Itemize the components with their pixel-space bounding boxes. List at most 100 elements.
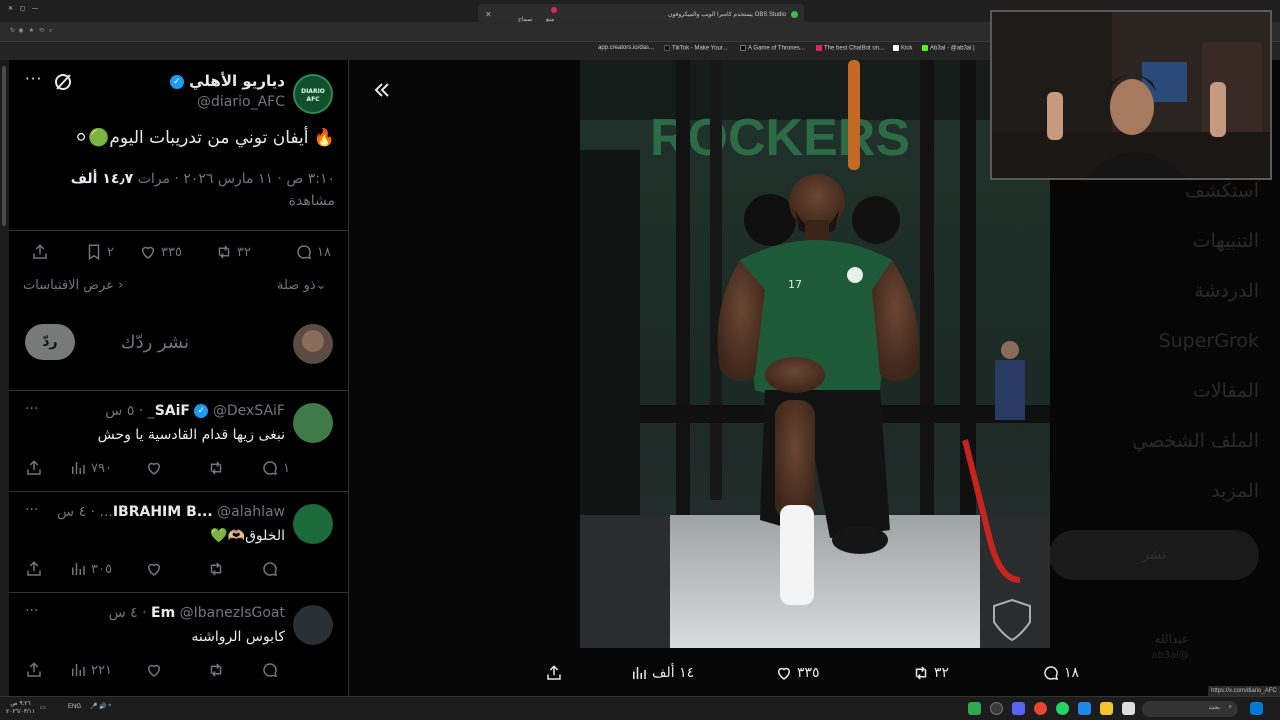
retweet-button[interactable] <box>207 560 225 578</box>
reply-author-name[interactable]: Em <box>151 605 175 621</box>
clock-date: ٢٠٢٦/٠٣/١١ <box>6 709 36 715</box>
media-replies-count: ١٨ <box>1064 665 1080 681</box>
views-button[interactable]: ٢٢١ <box>69 661 112 679</box>
tray-icons[interactable]: 🎤 🔊 ^ <box>90 703 111 710</box>
post-button-background: نشر <box>1049 530 1259 580</box>
analytics-icon <box>72 563 85 575</box>
like-button[interactable]: ٣٣٥ <box>139 243 182 261</box>
search-icon: ⌕ <box>1228 704 1232 710</box>
share-button[interactable] <box>25 560 43 578</box>
analytics-icon <box>72 462 85 474</box>
reply-time[interactable]: ٤ س <box>57 504 86 520</box>
heart-icon <box>777 667 791 680</box>
more-options-icon[interactable]: ··· <box>25 603 38 619</box>
clock[interactable]: ٩:٢٦ ص ٢٠٢٦/٠٣/١١ <box>6 700 35 716</box>
author-avatar[interactable]: DIARIO AFC <box>293 74 333 114</box>
reply-avatar[interactable] <box>293 605 333 645</box>
related-dropdown[interactable]: ذو صلة⌄ <box>277 278 326 293</box>
share-icon <box>27 662 41 677</box>
reply-time[interactable]: ٤ س <box>109 605 138 621</box>
reply-item[interactable]: SAiF ✓ @DexSAiF_ · ٥ س ··· نبغى زيها قدا… <box>9 391 348 491</box>
user-avatar[interactable] <box>293 324 333 364</box>
notification-icon[interactable]: ▭ <box>40 704 46 711</box>
bookmark-item[interactable]: The best ChatBot on... <box>816 45 884 52</box>
views-button[interactable]: ٧٩٠ <box>69 459 112 477</box>
share-button[interactable] <box>25 459 43 477</box>
taskbar-search[interactable]: بحث ⌕ <box>1142 701 1238 717</box>
bookmark-item[interactable]: app.creators.io/das... <box>598 45 654 51</box>
bookmark-item[interactable]: Ab3al - @ab3al | <box>922 45 975 52</box>
bookmark-button[interactable]: ٢ <box>85 243 114 261</box>
reply-button[interactable] <box>261 560 279 578</box>
reply-icon <box>297 245 312 259</box>
media-reply-button[interactable]: ١٨ <box>1042 664 1079 682</box>
reply-time[interactable]: ٥ س <box>105 403 134 419</box>
reply-item[interactable]: IBRAHIM B... @alahlaw... · ٤ س ··· الخلو… <box>9 492 348 592</box>
author-name-row[interactable]: دياريو الأهلي ✓ <box>119 72 285 90</box>
more-options-icon[interactable]: ··· <box>25 502 38 518</box>
chrome-icon[interactable] <box>1034 702 1047 715</box>
reply-button[interactable] <box>261 661 279 679</box>
views-label: مشاهدة <box>288 193 335 209</box>
scrollbar[interactable] <box>0 60 8 696</box>
reply-avatar[interactable] <box>293 403 333 443</box>
reply-action-row: ٣٠٥ <box>25 560 291 580</box>
folder-icon[interactable] <box>1100 702 1113 715</box>
tweet-photo[interactable]: ROCKERS 17 <box>580 60 1050 648</box>
reply-author-name[interactable]: SAiF <box>155 403 190 419</box>
close-icon[interactable]: ✕ <box>485 10 492 19</box>
reply-submit-button[interactable]: ردّ <box>25 324 75 360</box>
reply-button[interactable]: ١ <box>261 459 290 477</box>
collapse-panel-icon[interactable] <box>369 78 393 102</box>
reply-replies: ١ <box>283 460 290 476</box>
reply-author-name[interactable]: IBRAHIM B... <box>113 504 213 520</box>
more-options-icon[interactable]: ··· <box>25 70 42 88</box>
webcam-overlay <box>990 10 1272 180</box>
reply-item[interactable]: Em @IbanezIsGoat · ٤ س ··· كابوس الرواشن… <box>9 593 348 693</box>
views-button[interactable]: ٣٠٥ <box>69 560 112 578</box>
media-views-count: ١٤ ألف <box>652 665 695 681</box>
retweet-button[interactable] <box>207 661 225 679</box>
notepad-icon[interactable] <box>1122 702 1135 715</box>
whatsapp-icon[interactable] <box>1056 702 1069 715</box>
toolbar-icons[interactable]: ↻ ◉ ★ ⟲ ⌕ <box>10 27 52 35</box>
discord-icon[interactable] <box>1012 702 1025 715</box>
share-button[interactable] <box>31 243 49 261</box>
bookmark-item[interactable]: Kick <box>893 45 912 52</box>
store-icon[interactable] <box>1078 702 1091 715</box>
share-button[interactable] <box>25 661 43 679</box>
grok-icon[interactable] <box>53 72 73 92</box>
share-icon <box>547 665 561 680</box>
more-options-icon[interactable]: ··· <box>25 401 38 417</box>
retweet-button[interactable]: ٣٢ <box>215 243 251 261</box>
reply-avatar[interactable] <box>293 504 333 544</box>
bookmark-item[interactable]: A Game of Thrones... <box>740 45 805 52</box>
like-button[interactable] <box>145 560 163 578</box>
media-like-button[interactable]: ٣٣٥ <box>775 664 820 682</box>
reply-handle[interactable]: @IbanezIsGoat <box>180 605 285 621</box>
share-icon <box>27 460 41 475</box>
tweet-timestamp[interactable]: ٣:١٠ ص · ١١ مارس ٢٠٢٦ · مرات <box>138 171 335 187</box>
nav-explore: استكشف <box>1184 180 1259 202</box>
nav-chat: الدردشة <box>1194 280 1259 302</box>
reply-button[interactable]: ١٨ <box>295 243 331 261</box>
media-retweet-button[interactable]: ٣٢ <box>912 664 949 682</box>
like-button[interactable] <box>145 459 163 477</box>
status-url: https://x.com/diario_AFC <box>1208 686 1280 696</box>
app-icon[interactable] <box>968 702 981 715</box>
obs-icon[interactable] <box>990 702 1003 715</box>
share-button[interactable] <box>545 664 563 682</box>
view-quotes-link[interactable]: عرض الاقتباسات › <box>23 278 123 293</box>
bookmark-item[interactable]: TikTok - Make Your... <box>664 45 727 52</box>
language-indicator[interactable]: ENG <box>68 704 81 710</box>
reply-input[interactable]: نشر ردّك <box>89 332 189 353</box>
reply-icon <box>263 461 278 475</box>
retweet-button[interactable] <box>207 459 225 477</box>
media-views[interactable]: ١٤ ألف <box>630 664 694 682</box>
window-controls[interactable]: ✕ ▢ — <box>8 5 38 12</box>
like-button[interactable] <box>145 661 163 679</box>
account-handle-background: @ab3al <box>1151 650 1189 661</box>
start-icon[interactable] <box>1250 702 1263 715</box>
reply-icon <box>1044 666 1059 680</box>
author-handle[interactable]: @diario_AFC <box>119 94 285 110</box>
